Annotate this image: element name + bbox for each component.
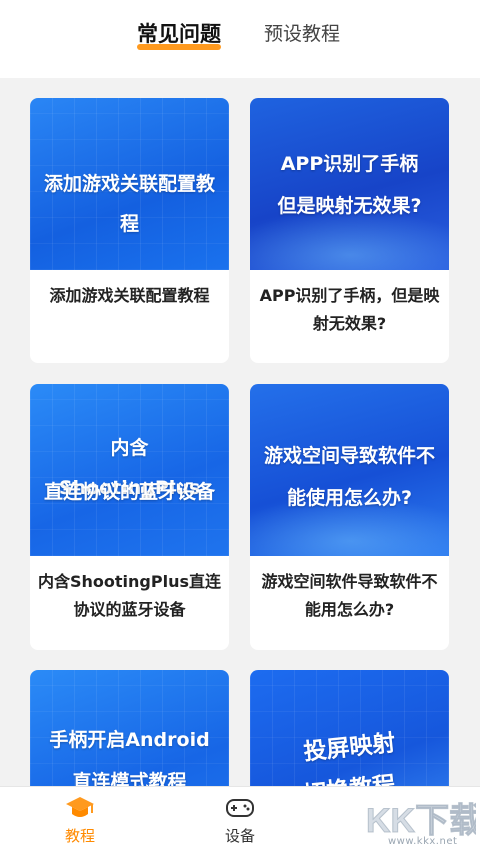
thumbnail-title-line-1: 游戏空间导致软件不 [263,445,435,467]
tutorial-card[interactable]: 投屏映射 切换教程 [250,670,449,786]
thumbnail-title-line-2: 能使用怎么办? [286,487,413,509]
graduation-cap-icon [66,797,94,817]
thumbnail-title-line-2: 直连协议的蓝牙设备 [43,481,215,503]
nav-label: 设备 [224,827,255,845]
card-caption: 游戏空间软件导致软件不能用怎么办? [261,572,438,619]
nav-label: 教程 [64,827,95,845]
card-thumbnail: 内含ShootingPlus 直连协议的蓝牙设备 [30,384,229,556]
nav-tutorials[interactable]: 教程 [40,795,120,846]
gamepad-icon [226,799,254,817]
svg-text:KK下载: KK下载 [366,802,476,840]
tutorial-card[interactable]: 手柄开启Android 直连模式教程 [30,670,229,786]
card-caption: 添加游戏关联配置教程 [49,286,210,305]
thumbnail-title-line-1: 手柄开启Android [49,729,210,751]
tab-preset-tutorials[interactable]: 预设教程 [264,20,340,52]
thumbnail-title-line-2: 但是映射无效果? [277,195,422,217]
thumbnail-title-line-2: 直连模式教程 [72,771,187,786]
top-tab-bar: 常见问题 预设教程 [0,0,480,78]
tutorial-card[interactable]: 内含ShootingPlus 直连协议的蓝牙设备 内含ShootingPlus直… [30,384,229,650]
card-thumbnail: 添加游戏关联配置教程 [30,98,229,270]
nav-devices[interactable]: 设备 [200,795,280,846]
card-caption: APP识别了手柄，但是映射无效果? [259,286,440,333]
site-watermark-logo: KK下载 [366,802,476,841]
thumbnail-title-line-1: APP识别了手柄 [280,153,419,175]
card-caption: 内含ShootingPlus直连协议的蓝牙设备 [38,572,222,619]
tutorial-card[interactable]: 游戏空间导致软件不 能使用怎么办? 游戏空间软件导致软件不能用怎么办? [250,384,449,650]
card-thumbnail: 手柄开启Android 直连模式教程 [30,670,229,786]
card-thumbnail: 投屏映射 切换教程 [250,670,449,786]
watermark-url: www.kkx.net [388,836,458,847]
card-thumbnail: 游戏空间导致软件不 能使用怎么办? [250,384,449,556]
active-tab-indicator [137,44,221,50]
tutorial-card[interactable]: APP识别了手柄 但是映射无效果? APP识别了手柄，但是映射无效果? [250,98,449,363]
card-thumbnail: APP识别了手柄 但是映射无效果? [250,98,449,270]
card-grid: 添加游戏关联配置教程 添加游戏关联配置教程 APP识别了手柄 但是映射无效果? … [0,78,480,786]
thumbnail-title: 添加游戏关联配置教程 [43,173,215,235]
tutorial-card[interactable]: 添加游戏关联配置教程 添加游戏关联配置教程 [30,98,229,363]
